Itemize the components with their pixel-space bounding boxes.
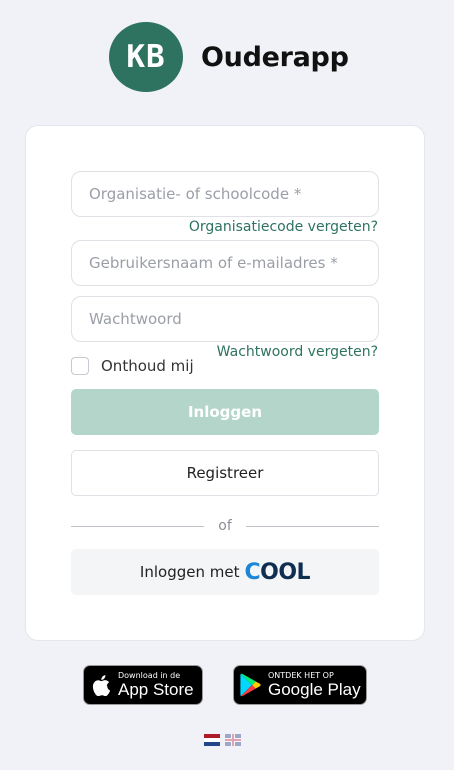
divider-line-left [71,525,205,527]
cool-login-label: Inloggen met [139,563,240,581]
username-input[interactable] [89,254,361,272]
google-play-small-text: ONTDEK HET OP [268,671,334,680]
org-code-input[interactable] [89,185,361,203]
flag-en-icon[interactable] [225,734,241,746]
forgot-password-link[interactable]: Wachtwoord vergeten? [217,344,378,360]
language-switcher [204,734,241,746]
google-play-badge[interactable]: ONTDEK HET OP Google Play [233,665,367,705]
app-store-big-text: App Store [118,680,194,699]
app-logo: KB [109,22,183,92]
google-play-big-text: Google Play [268,680,361,699]
divider-line-right [245,525,379,527]
remember-me[interactable]: Onthoud mij [71,357,194,375]
login-card: Organisatiecode vergeten? Wachtwoord ver… [25,125,425,641]
login-button[interactable]: Inloggen [71,389,379,435]
cool-login-button[interactable]: Inloggen met COOL [71,549,379,595]
or-divider: of [71,518,379,534]
app-store-small-text: Download in de [118,671,181,680]
password-field[interactable] [71,296,379,342]
apple-icon [84,674,118,696]
divider-text: of [218,518,232,534]
password-input[interactable] [89,310,361,328]
app-header: KB Ouderapp [109,22,349,92]
org-code-field[interactable] [71,171,379,217]
username-field[interactable] [71,240,379,286]
flag-nl-icon[interactable] [204,734,220,746]
remember-me-label: Onthoud mij [101,357,194,375]
forgot-org-code-link[interactable]: Organisatiecode vergeten? [189,219,378,235]
google-play-icon [234,673,268,697]
remember-me-checkbox[interactable] [71,357,89,375]
app-title: Ouderapp [201,41,349,73]
register-button[interactable]: Registreer [71,450,379,496]
cool-logo: COOL [244,559,311,585]
app-store-badge[interactable]: Download in de App Store [83,665,203,705]
